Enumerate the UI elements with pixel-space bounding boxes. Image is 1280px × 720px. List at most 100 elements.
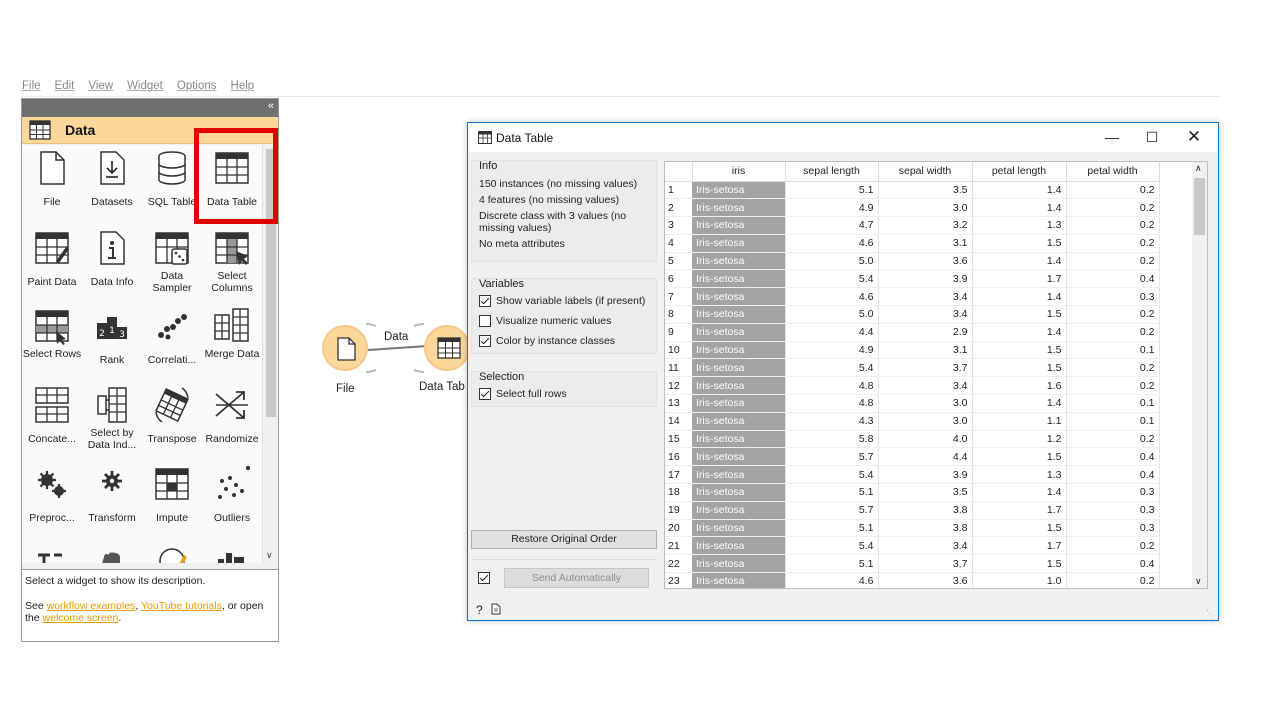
table-row[interactable]: 19 Iris-setosa 5.7 3.8 1.7 0.3 — [665, 501, 1160, 520]
data-grid[interactable]: iris sepal length sepal width petal length p… — [665, 162, 1160, 588]
value-cell[interactable]: 1.7 — [972, 536, 1067, 556]
value-cell[interactable]: 0.3 — [1066, 483, 1160, 502]
widget-sql-table[interactable]: SQL Table — [142, 145, 202, 223]
minimize-button[interactable]: — — [1092, 126, 1132, 148]
row-number[interactable]: 11 — [665, 358, 692, 378]
value-cell[interactable]: 0.4 — [1066, 269, 1160, 289]
menu-file[interactable]: File — [22, 80, 41, 96]
value-cell[interactable]: 5.7 — [785, 447, 879, 467]
value-cell[interactable]: 3.7 — [878, 358, 973, 378]
table-row[interactable]: 1 Iris-setosa 5.1 3.5 1.4 0.2 — [665, 181, 1160, 200]
value-cell[interactable]: 1.3 — [972, 465, 1067, 485]
value-cell[interactable]: 1.4 — [972, 198, 1067, 218]
widget-partial[interactable] — [142, 539, 202, 563]
class-cell[interactable]: Iris-setosa — [692, 287, 786, 307]
data-table-node[interactable] — [424, 325, 470, 371]
class-cell[interactable]: Iris-setosa — [692, 341, 786, 360]
value-cell[interactable]: 0.2 — [1066, 305, 1160, 324]
value-cell[interactable]: 1.5 — [972, 305, 1067, 324]
column-header[interactable]: petal width — [1066, 162, 1160, 182]
value-cell[interactable]: 1.4 — [972, 287, 1067, 307]
restore-original-order-button[interactable]: Restore Original Order — [471, 530, 657, 549]
value-cell[interactable]: 0.2 — [1066, 536, 1160, 556]
class-cell[interactable]: Iris-setosa — [692, 305, 786, 324]
value-cell[interactable]: 4.0 — [878, 430, 973, 449]
row-number[interactable]: 1 — [665, 181, 692, 200]
row-number[interactable]: 9 — [665, 323, 692, 342]
checkbox[interactable] — [479, 295, 491, 307]
value-cell[interactable]: 0.3 — [1066, 501, 1160, 520]
table-row[interactable]: 13 Iris-setosa 4.8 3.0 1.4 0.1 — [665, 394, 1160, 413]
checkbox[interactable] — [479, 335, 491, 347]
close-button[interactable]: ✕ — [1174, 126, 1214, 148]
menu-help[interactable]: Help — [231, 80, 255, 96]
table-row[interactable]: 9 Iris-setosa 4.4 2.9 1.4 0.2 — [665, 323, 1160, 342]
row-number[interactable]: 10 — [665, 341, 692, 360]
table-row[interactable]: 22 Iris-setosa 5.1 3.7 1.5 0.4 — [665, 554, 1160, 574]
value-cell[interactable]: 2.9 — [878, 323, 973, 342]
value-cell[interactable]: 1.5 — [972, 554, 1067, 574]
value-cell[interactable]: 4.9 — [785, 341, 879, 360]
widget-paint-data[interactable]: Paint Data — [22, 225, 82, 303]
table-row[interactable]: 8 Iris-setosa 5.0 3.4 1.5 0.2 — [665, 305, 1160, 324]
value-cell[interactable]: 3.2 — [878, 216, 973, 235]
widget-partial[interactable] — [22, 539, 82, 563]
value-cell[interactable]: 0.2 — [1066, 376, 1160, 396]
color-by-class-option[interactable]: Color by instance classes — [479, 331, 656, 351]
value-cell[interactable]: 3.7 — [878, 554, 973, 574]
value-cell[interactable]: 1.4 — [972, 252, 1067, 271]
value-cell[interactable]: 1.7 — [972, 501, 1067, 520]
checkbox[interactable] — [479, 315, 491, 327]
value-cell[interactable]: 1.5 — [972, 447, 1067, 467]
chevron-up-icon[interactable]: ∧ — [1195, 163, 1202, 174]
value-cell[interactable]: 5.4 — [785, 465, 879, 485]
class-cell[interactable]: Iris-setosa — [692, 501, 786, 520]
value-cell[interactable]: 3.6 — [878, 572, 973, 588]
widget-partial[interactable] — [82, 539, 142, 563]
value-cell[interactable]: 3.5 — [878, 181, 973, 200]
row-number[interactable]: 12 — [665, 376, 692, 396]
row-number[interactable]: 21 — [665, 536, 692, 556]
value-cell[interactable]: 4.6 — [785, 287, 879, 307]
value-cell[interactable]: 0.1 — [1066, 341, 1160, 360]
table-row[interactable]: 21 Iris-setosa 5.4 3.4 1.7 0.2 — [665, 536, 1160, 556]
value-cell[interactable]: 3.0 — [878, 394, 973, 413]
widget-randomize[interactable]: Randomize — [202, 382, 262, 460]
table-row[interactable]: 2 Iris-setosa 4.9 3.0 1.4 0.2 — [665, 198, 1160, 218]
table-row[interactable]: 18 Iris-setosa 5.1 3.5 1.4 0.3 — [665, 483, 1160, 502]
class-cell[interactable]: Iris-setosa — [692, 572, 786, 588]
chevron-down-icon[interactable]: ∨ — [1195, 576, 1202, 587]
value-cell[interactable]: 0.2 — [1066, 198, 1160, 218]
table-row[interactable]: 12 Iris-setosa 4.8 3.4 1.6 0.2 — [665, 376, 1160, 396]
value-cell[interactable]: 0.3 — [1066, 287, 1160, 307]
widget-select-by-index[interactable]: Select by Data Ind... — [82, 382, 142, 460]
value-cell[interactable]: 3.0 — [878, 198, 973, 218]
menu-options[interactable]: Options — [177, 80, 217, 96]
value-cell[interactable]: 0.2 — [1066, 252, 1160, 271]
row-number[interactable]: 23 — [665, 572, 692, 588]
maximize-button[interactable]: ☐ — [1132, 126, 1172, 148]
auto-send-checkbox[interactable] — [478, 572, 490, 584]
value-cell[interactable]: 3.4 — [878, 287, 973, 307]
data-table[interactable]: iris sepal length sepal width petal length p… — [664, 161, 1208, 589]
value-cell[interactable]: 4.8 — [785, 394, 879, 413]
value-cell[interactable]: 1.4 — [972, 394, 1067, 413]
show-variable-labels-option[interactable]: Show variable labels (if present) — [479, 291, 656, 311]
class-cell[interactable]: Iris-setosa — [692, 554, 786, 574]
menu-widget[interactable]: Widget — [127, 80, 163, 96]
value-cell[interactable]: 1.1 — [972, 412, 1067, 431]
file-node[interactable] — [322, 325, 368, 371]
row-number[interactable]: 3 — [665, 216, 692, 235]
welcome-screen-link[interactable]: welcome screen — [43, 612, 119, 624]
value-cell[interactable]: 5.1 — [785, 554, 879, 574]
table-row[interactable]: 14 Iris-setosa 4.3 3.0 1.1 0.1 — [665, 412, 1160, 431]
row-number[interactable]: 7 — [665, 287, 692, 307]
class-cell[interactable]: Iris-setosa — [692, 536, 786, 556]
value-cell[interactable]: 0.4 — [1066, 447, 1160, 467]
value-cell[interactable]: 5.0 — [785, 305, 879, 324]
column-header[interactable]: sepal width — [878, 162, 973, 182]
widget-rank[interactable]: 213 Rank — [82, 303, 142, 381]
value-cell[interactable]: 1.5 — [972, 519, 1067, 538]
class-cell[interactable]: Iris-setosa — [692, 269, 786, 289]
class-cell[interactable]: Iris-setosa — [692, 394, 786, 413]
